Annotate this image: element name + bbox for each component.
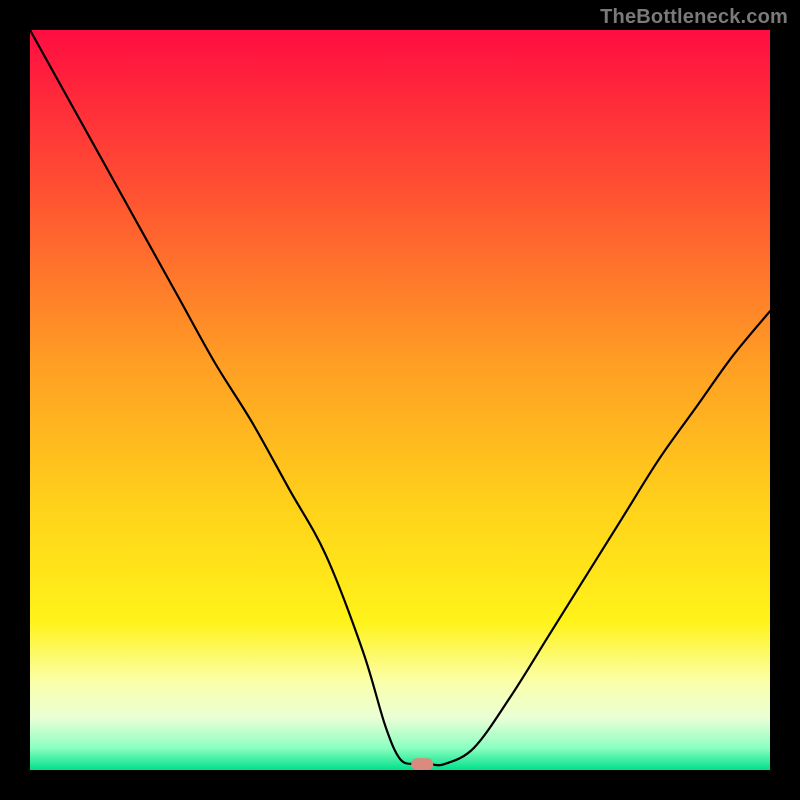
optimal-point-marker	[411, 758, 433, 770]
plot-background	[30, 30, 770, 770]
chart-frame: TheBottleneck.com	[0, 0, 800, 800]
bottleneck-chart	[30, 30, 770, 770]
watermark-text: TheBottleneck.com	[600, 6, 788, 29]
